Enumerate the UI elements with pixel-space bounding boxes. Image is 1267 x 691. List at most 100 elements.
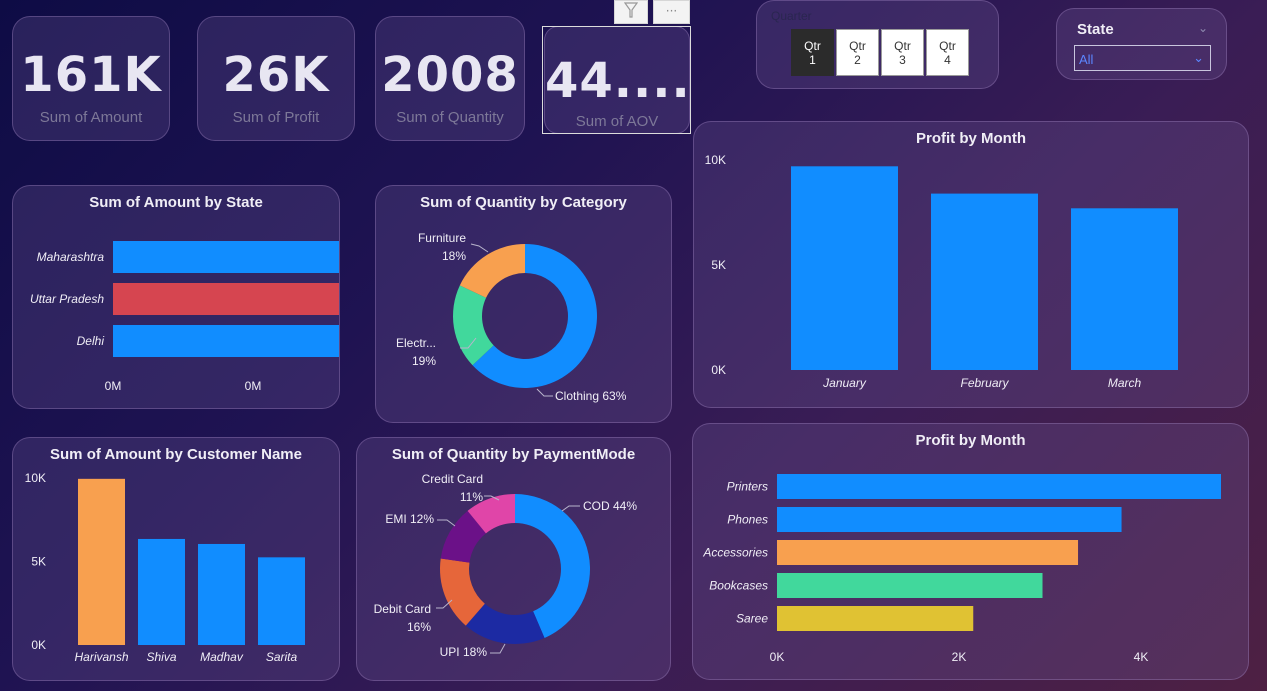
- kpi-label: Sum of Quantity: [396, 109, 504, 126]
- x-tick-label: 2K: [952, 650, 967, 664]
- kpi-label: Sum of Profit: [232, 109, 320, 126]
- qtr-label: Qtr: [894, 38, 911, 53]
- category-label: Accessories: [702, 546, 768, 560]
- more-options-button[interactable]: ···: [653, 0, 690, 24]
- slice-label: 18%: [442, 249, 466, 263]
- state-slicer-title: State: [1077, 21, 1114, 38]
- chevron-down-icon: ⌄: [1193, 50, 1204, 65]
- bar[interactable]: [931, 193, 1038, 370]
- funnel-icon: [623, 2, 639, 18]
- x-tick-label: 0M: [105, 379, 122, 393]
- kpi-label: Sum of Amount: [39, 109, 143, 126]
- slice-label: Furniture: [418, 231, 466, 245]
- category-label: Harivansh: [74, 650, 128, 664]
- slice-label: UPI 18%: [440, 645, 488, 659]
- state-slicer: State ⌄ All ⌄: [1056, 8, 1227, 80]
- qtr-label: Qtr: [939, 38, 956, 53]
- chart-amount-by-state[interactable]: Sum of Amount by State Maharashtra Uttar …: [12, 185, 340, 409]
- category-label: Printers: [727, 480, 768, 494]
- kpi-value: 161K: [20, 47, 162, 103]
- category-label: February: [960, 376, 1009, 390]
- state-dropdown[interactable]: All ⌄: [1074, 45, 1211, 71]
- y-tick-label: 5K: [711, 258, 726, 272]
- qtr-label: Qtr: [849, 38, 866, 53]
- visual-focus-frame: [542, 26, 691, 134]
- category-label: Saree: [736, 612, 768, 626]
- amount-by-state-plot: Maharashtra Uttar Pradesh Delhi 0M 0M: [30, 241, 340, 393]
- kpi-card-profit[interactable]: 26K Sum of Profit: [197, 16, 355, 141]
- y-tick-label: 0K: [31, 638, 46, 652]
- slice-label: Electr...: [396, 336, 436, 350]
- qtr-2-button[interactable]: Qtr 2: [836, 29, 879, 76]
- category-label: Phones: [727, 513, 768, 527]
- bar[interactable]: [198, 543, 245, 645]
- category-label: Bookcases: [709, 579, 768, 593]
- slicer-title: Quarter: [771, 9, 812, 23]
- qtr-3-button[interactable]: Qtr 3: [881, 29, 924, 76]
- bar[interactable]: [78, 478, 125, 645]
- category-label: Maharashtra: [37, 250, 105, 264]
- qtr-number: 3: [899, 52, 906, 67]
- bar[interactable]: [138, 538, 185, 645]
- bar[interactable]: [777, 540, 1079, 565]
- bar[interactable]: [113, 241, 340, 273]
- profit-by-subcategory-plot: Printers Phones Accessories Bookcases Saree 0…: [702, 474, 1221, 664]
- slice-label: 16%: [407, 620, 431, 634]
- y-tick-label: 5K: [31, 555, 46, 569]
- donut-slice[interactable]: [459, 244, 525, 298]
- y-tick-label: 10K: [705, 153, 726, 167]
- profit-by-month-plot: 0K 5K 10K January February March: [705, 153, 1178, 390]
- bar[interactable]: [791, 166, 898, 370]
- kpi-value: 2008: [381, 47, 519, 103]
- bar[interactable]: [1071, 208, 1178, 370]
- bar[interactable]: [113, 283, 340, 315]
- state-dropdown-value: All: [1079, 52, 1094, 67]
- kpi-value: 26K: [222, 47, 330, 103]
- y-tick-label: 10K: [25, 471, 46, 485]
- leader-line: [561, 505, 580, 512]
- collapse-chevron-icon[interactable]: ⌄: [1198, 21, 1208, 35]
- qtr-number: 1: [809, 52, 816, 67]
- leader-line: [437, 519, 456, 527]
- qtr-number: 4: [944, 52, 951, 67]
- slice-label: Clothing 63%: [555, 389, 627, 403]
- x-tick-label: 4K: [1134, 650, 1149, 664]
- category-label: March: [1108, 376, 1142, 390]
- qtr-4-button[interactable]: Qtr 4: [926, 29, 969, 76]
- filter-icon[interactable]: [614, 0, 648, 24]
- leader-line: [536, 388, 553, 397]
- x-tick-label: 0M: [245, 379, 262, 393]
- amount-by-customer-plot: 0K 5K 10K Harivansh Shiva Madhav Sarita: [25, 471, 305, 664]
- category-label: Delhi: [77, 334, 105, 348]
- slice-label: Credit Card: [422, 472, 483, 486]
- bar[interactable]: [777, 474, 1221, 499]
- leader-line: [490, 643, 506, 654]
- quantity-by-category-plot: Clothing 63% Electr... 19% Furniture 18%: [396, 231, 627, 403]
- chart-profit-by-subcategory[interactable]: Profit by Month Printers Phones Accessorie…: [692, 423, 1249, 680]
- category-label: January: [822, 376, 867, 390]
- quarter-slicer: Quarter Qtr 1 Qtr 2 Qtr 3 Qtr 4: [756, 0, 999, 89]
- category-label: Sarita: [266, 650, 298, 664]
- bar[interactable]: [113, 325, 340, 357]
- kpi-card-amount[interactable]: 161K Sum of Amount: [12, 16, 170, 141]
- bar[interactable]: [777, 507, 1122, 532]
- chart-quantity-by-paymentmode[interactable]: Sum of Quantity by PaymentMode COD 44% UP…: [356, 437, 671, 681]
- kpi-card-quantity[interactable]: 2008 Sum of Quantity: [375, 16, 525, 141]
- qtr-1-button[interactable]: Qtr 1: [791, 29, 834, 76]
- bar[interactable]: [777, 573, 1043, 598]
- chart-amount-by-customer[interactable]: Sum of Amount by Customer Name 0K 5K 10K Ha…: [12, 437, 340, 681]
- bar[interactable]: [258, 557, 305, 645]
- slice-label: EMI 12%: [385, 512, 434, 526]
- slice-label: COD 44%: [583, 499, 637, 513]
- bar[interactable]: [777, 606, 974, 631]
- qtr-label: Qtr: [804, 38, 821, 53]
- slice-label: 11%: [460, 490, 483, 504]
- quantity-by-paymentmode-plot: COD 44% UPI 18% Debit Card 16% EMI 12% Credit…: [374, 472, 638, 659]
- slice-label: 19%: [412, 354, 436, 368]
- chart-profit-by-month[interactable]: Profit by Month 0K 5K 10K January February Ma…: [693, 121, 1249, 408]
- y-tick-label: 0K: [711, 363, 726, 377]
- slice-label: Debit Card: [374, 602, 431, 616]
- chart-quantity-by-category[interactable]: Sum of Quantity by Category Clothing 63%…: [375, 185, 672, 423]
- qtr-number: 2: [854, 52, 861, 67]
- leader-line: [470, 243, 489, 253]
